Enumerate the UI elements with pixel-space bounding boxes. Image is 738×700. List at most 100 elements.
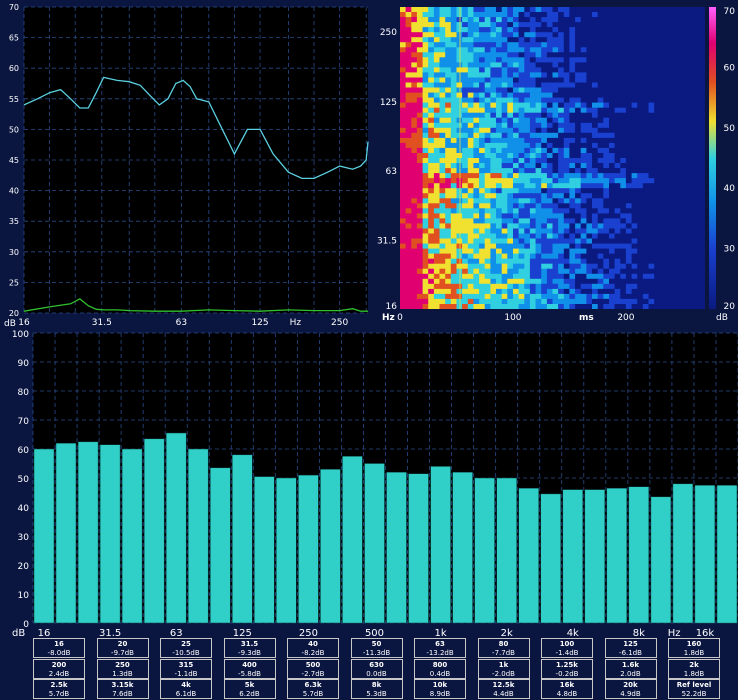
bar-10k (650, 496, 672, 624)
heatmap-cell (614, 22, 621, 28)
heatmap-cell (614, 248, 621, 254)
heatmap-cell (450, 132, 457, 139)
heatmap-cell (688, 57, 695, 63)
heatmap-cell (682, 7, 689, 13)
heatmap-cell (546, 188, 553, 194)
heatmap-cell (580, 97, 587, 103)
heatmap-cell (682, 72, 689, 78)
band-level-table: 16 -8.0dB 20 -9.7dB 25 -10.5dB 31.5 -9.3dB 40 -8.… (0, 636, 738, 700)
heatmap-cell (682, 304, 689, 309)
heatmap-cell (428, 288, 435, 295)
heatmap-cell (693, 193, 700, 199)
heatmap-cell (405, 137, 412, 144)
heatmap-cell (507, 193, 514, 199)
heatmap-cell (654, 263, 661, 270)
heatmap-cell (467, 52, 474, 58)
heatmap-cell (659, 273, 666, 280)
heatmap-cell (422, 218, 429, 224)
heatmap-cell (541, 283, 548, 290)
heatmap-cell (682, 253, 689, 259)
heatmap-cell (625, 42, 632, 48)
heatmap-cell (625, 304, 632, 309)
heatmap-cell (575, 27, 582, 33)
heatmap-cell (558, 273, 565, 280)
heatmap-cell (433, 132, 440, 139)
heatmap-cell (496, 188, 502, 194)
heatmap-cell (671, 127, 678, 134)
heatmap-cell (597, 188, 604, 194)
heatmap-cell (439, 168, 446, 174)
heatmap-cell (688, 238, 695, 244)
heatmap-cell (693, 153, 700, 159)
heatmap-cell (603, 288, 610, 295)
heatmap-cell (592, 243, 598, 249)
heatmap-cell (439, 37, 446, 43)
heatmap-cell (411, 62, 418, 68)
heatmap-cell (400, 97, 406, 103)
heatmap-cell (671, 168, 678, 174)
heatmap-cell (535, 7, 542, 13)
heatmap-cell (439, 117, 446, 124)
heatmap-cell (450, 102, 457, 108)
heatmap-cell (682, 288, 689, 295)
heatmap-cell (462, 127, 469, 134)
heatmap-cell (546, 132, 553, 139)
heatmap-cell (479, 273, 486, 280)
heatmap-cell (490, 178, 497, 184)
heatmap-cell (676, 263, 683, 270)
heatmap-cell (699, 147, 705, 154)
heatmap-cell (592, 168, 598, 174)
heatmap-cell (682, 102, 689, 108)
heatmap-cell (693, 112, 700, 119)
heatmap-cell (422, 112, 429, 119)
heatmap-cell (535, 67, 542, 73)
heatmap-cell (473, 248, 480, 254)
heatmap-cell (569, 253, 576, 259)
heatmap-cell (479, 218, 486, 224)
heatmap-cell (603, 293, 610, 300)
heatmap-cell (659, 32, 666, 38)
heatmap-cell (416, 127, 423, 134)
heatmap-cell (558, 77, 565, 83)
heatmap-cell (676, 92, 683, 98)
heatmap-cell (400, 243, 406, 249)
heatmap-cell (416, 238, 423, 244)
band-label: 25 (181, 640, 191, 648)
heatmap-cell (400, 273, 406, 280)
heatmap-cell (484, 193, 491, 199)
heatmap-cell (535, 228, 542, 234)
heatmap-cell (614, 82, 621, 88)
heatmap-cell (609, 263, 615, 270)
heatmap-cell (558, 183, 565, 189)
heatmap-cell (637, 213, 644, 219)
heatmap-cell (552, 223, 559, 229)
band-value: -9.3dB (238, 649, 261, 657)
heatmap-cell (620, 168, 627, 174)
heatmap-cell (637, 47, 644, 53)
table-cell: 3.15k 7.6dB (96, 679, 149, 699)
heatmap-cell (490, 92, 497, 98)
heatmap-cell (654, 77, 661, 83)
heatmap-cell (507, 127, 514, 134)
heatmap-cell (490, 298, 497, 305)
heatmap-cell (665, 153, 672, 159)
heatmap-cell (473, 97, 480, 103)
heatmap-cell (676, 283, 683, 290)
heatmap-cell (462, 263, 469, 270)
heatmap-cell (484, 17, 491, 23)
heatmap-cell (490, 168, 497, 174)
heatmap-cell (507, 208, 514, 214)
heatmap-cell (569, 198, 576, 204)
heatmap-cell (648, 147, 655, 154)
heatmap-cell (699, 102, 705, 108)
heatmap-cell (428, 198, 435, 204)
heatmap-cell (625, 27, 632, 33)
heatmap-cell (688, 273, 695, 280)
heatmap-cell (428, 37, 435, 43)
heatmap-cell (467, 178, 474, 184)
heatmap-cell (405, 147, 412, 154)
heatmap-cell (445, 72, 452, 78)
heatmap-cell (552, 87, 559, 93)
heatmap-cell (428, 173, 435, 179)
heatmap-cell (575, 97, 582, 103)
